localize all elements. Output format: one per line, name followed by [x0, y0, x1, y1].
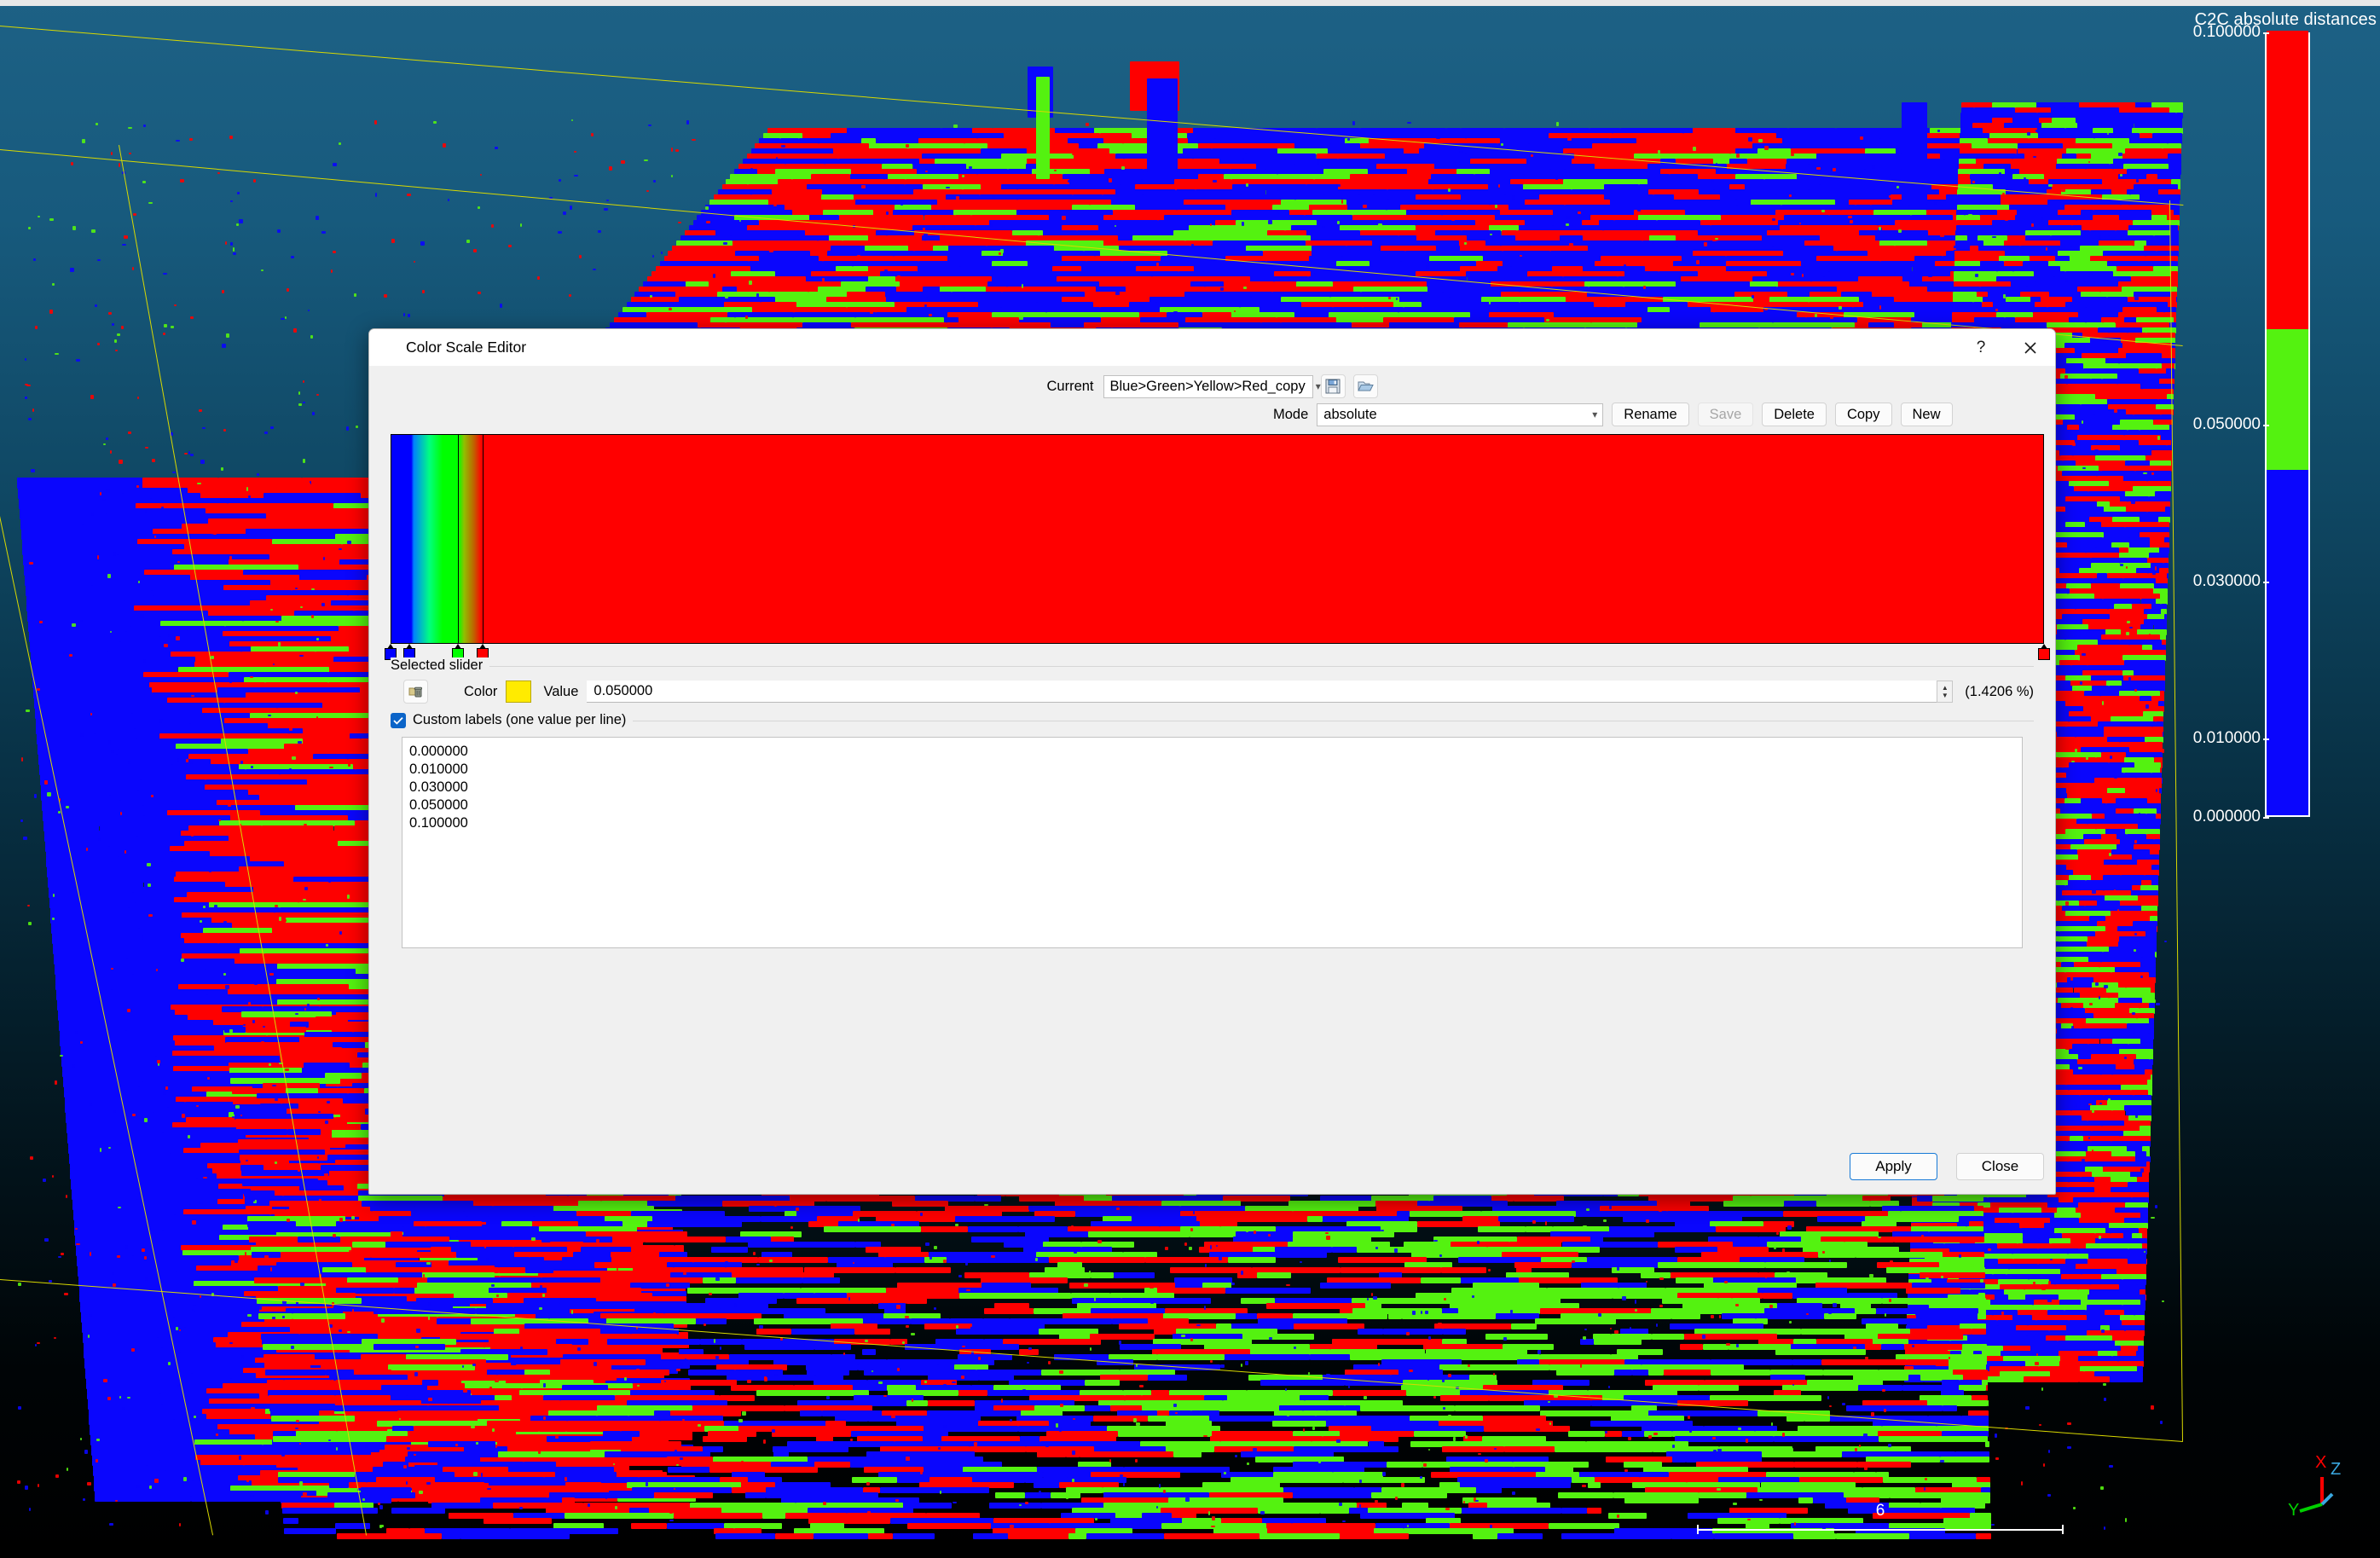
cloud-blob — [2110, 1376, 2143, 1382]
cloud-blob — [95, 1496, 191, 1502]
cloud-blob — [236, 1129, 287, 1135]
cloud-blob — [304, 1047, 342, 1053]
cloud-blob — [241, 1170, 329, 1176]
cloud-blob — [224, 1027, 246, 1033]
cloud-blob — [2079, 1376, 2110, 1382]
cloud-blob — [2024, 1376, 2079, 1382]
cloud-blob — [287, 1129, 320, 1135]
app-root: C2C absolute distances 0.1000000.0500000… — [0, 0, 2380, 1558]
